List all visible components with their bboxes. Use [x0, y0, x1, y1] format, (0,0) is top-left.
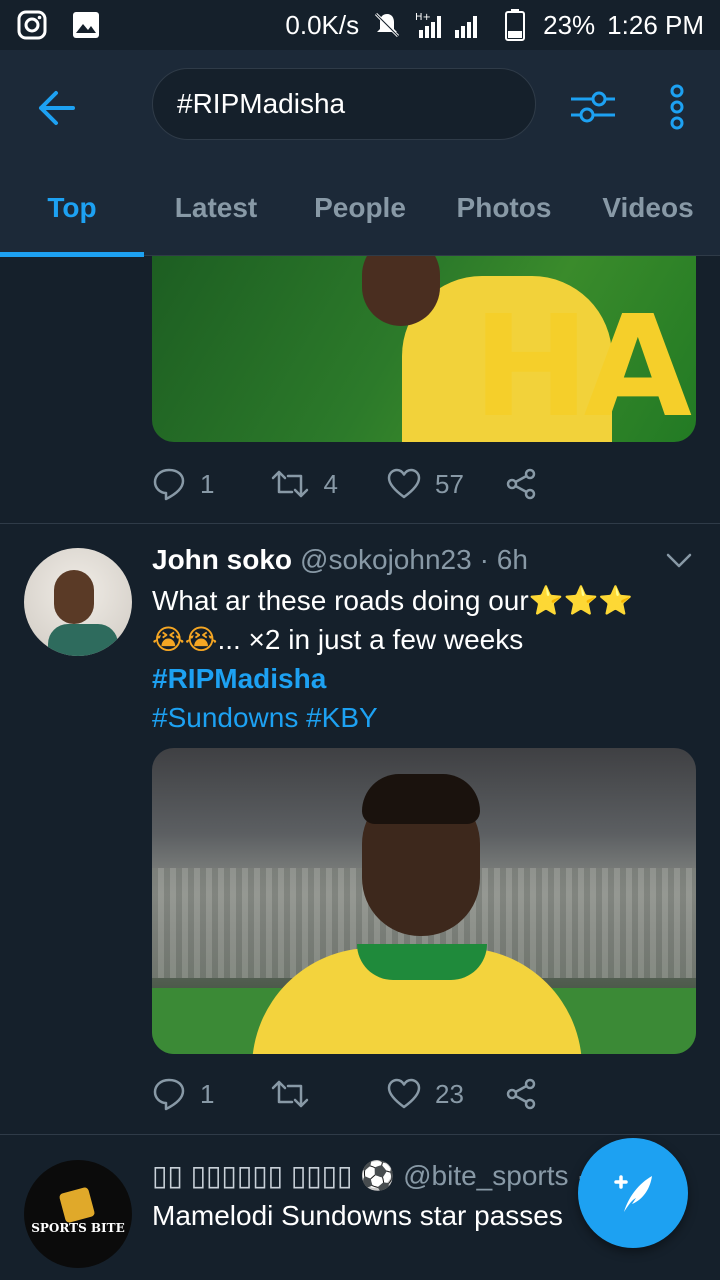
tweet-time: · 6h [479, 544, 528, 575]
like-count: 23 [435, 1078, 464, 1109]
search-input[interactable]: #RIPMadisha [152, 68, 536, 140]
tweet-divider [0, 523, 720, 524]
signal-icon: H+ [415, 9, 487, 41]
like-count: 57 [435, 468, 464, 499]
reply-count: 1 [200, 1078, 215, 1109]
retweet-count: 4 [323, 468, 338, 499]
retweet-button[interactable] [270, 1078, 388, 1110]
reply-icon [153, 1078, 185, 1111]
tweet-feed[interactable]: HA 1 4 57 John soko @sokojohn23 · 6h Wha… [0, 256, 720, 1280]
avatar-shirt [48, 624, 118, 656]
avatar-logo-text: SPORTS BITE [31, 1221, 125, 1235]
star-emoji: ⭐⭐⭐ [528, 584, 634, 617]
tab-people[interactable]: People [288, 160, 432, 256]
avatar[interactable]: SPORTS BITE [24, 1160, 132, 1268]
avatar[interactable] [24, 548, 132, 656]
back-button[interactable] [30, 82, 82, 134]
reply-button[interactable]: 1 [152, 467, 270, 501]
retweet-icon [271, 470, 308, 498]
tweet-header: John soko @sokojohn23 · 6h [152, 544, 528, 576]
chevron-down-icon [666, 553, 692, 568]
sports-bite-logo-mark [58, 1186, 96, 1224]
tweet-text-line2: ... ×2 in just a few weeks [217, 624, 524, 655]
tab-videos[interactable]: Videos [576, 160, 720, 256]
search-query: #RIPMadisha [177, 88, 346, 119]
tab-top[interactable]: Top [0, 160, 144, 257]
compose-icon [614, 1175, 652, 1212]
search-header: #RIPMadisha [0, 50, 720, 160]
gallery-icon [70, 9, 102, 41]
crying-emoji: 😭😭 [152, 623, 218, 656]
tweet-text-line1: What ar these roads doing our [152, 585, 529, 616]
reply-button[interactable]: 1 [152, 1077, 270, 1111]
filter-icon [571, 91, 615, 123]
tweet-media-image[interactable] [152, 748, 696, 1054]
like-icon [387, 468, 421, 499]
share-icon [506, 468, 535, 500]
tweet-divider [0, 1134, 720, 1135]
like-button[interactable]: 23 [387, 1078, 505, 1110]
jersey-collar [357, 944, 487, 980]
signal-type-label: H+ [415, 12, 431, 23]
media-overlay-text: HA [472, 286, 692, 442]
clock: 1:26 PM [607, 9, 704, 40]
tab-latest[interactable]: Latest [144, 160, 288, 256]
share-button[interactable] [505, 1078, 623, 1110]
tweet-media-image[interactable]: HA [152, 256, 696, 442]
instagram-icon [16, 9, 48, 41]
share-button[interactable] [505, 468, 623, 500]
mute-icon [371, 9, 403, 41]
battery-percent: 23% [543, 9, 596, 40]
battery-icon [499, 9, 531, 41]
network-speed: 0.0K/s [285, 9, 360, 40]
filter-button[interactable] [566, 82, 620, 132]
reply-count: 1 [200, 468, 215, 499]
tweet-header: ▯▯ ▯▯▯▯▯▯ ▯▯▯▯ ⚽ @bite_sports · 5 [152, 1159, 609, 1192]
tweet-author-handle[interactable]: @sokojohn23 [300, 544, 472, 576]
retweet-icon [271, 1080, 308, 1108]
like-icon [387, 1078, 421, 1109]
more-options-button[interactable] [660, 80, 694, 134]
compose-tweet-button[interactable] [578, 1138, 688, 1248]
retweet-button[interactable]: 4 [270, 468, 388, 500]
back-arrow-icon [39, 91, 75, 125]
hashtag-link[interactable]: #RIPMadisha [152, 659, 692, 698]
share-icon [506, 1078, 535, 1110]
tab-photos[interactable]: Photos [432, 160, 576, 256]
tweet-menu-button[interactable] [662, 546, 696, 576]
like-button[interactable]: 57 [387, 468, 505, 500]
tweet-text: What ar these roads doing our⭐⭐⭐ 😭😭... ×… [152, 581, 692, 737]
reply-icon [153, 468, 185, 501]
hashtag-links[interactable]: #Sundowns #KBY [152, 698, 692, 737]
player-hair [362, 774, 480, 824]
tweet-actions: 1 4 57 [152, 459, 622, 509]
tweet-author-name[interactable]: John soko [152, 544, 292, 576]
more-vertical-icon [670, 84, 684, 130]
status-bar: 0.0K/s H+ 23% 1:26 PM [0, 0, 720, 50]
tweet-author-name[interactable]: ▯▯ ▯▯▯▯▯▯ ▯▯▯▯ ⚽ [152, 1159, 395, 1192]
search-tabs: Top Latest People Photos Videos [0, 160, 720, 257]
tweet-actions: 1 23 [152, 1069, 622, 1119]
avatar-face [54, 570, 94, 624]
